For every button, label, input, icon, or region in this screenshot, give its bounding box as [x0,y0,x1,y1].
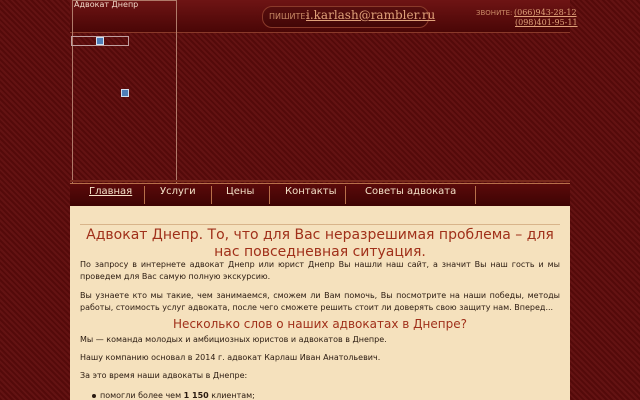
list-item: помогли более чем 1 150 клиентам; [92,391,255,400]
nav-item-advice[interactable]: Советы адвоката [365,186,456,197]
broken-image-icon [96,37,104,45]
phone-link-1[interactable]: (066)943-28-12 [514,8,577,17]
nav-item-services[interactable]: Услуги [160,186,196,197]
header-divider [70,180,570,182]
nav-item-prices[interactable]: Цены [226,186,254,197]
intro-paragraph: По запросу в интернете адвокат Днепр или… [80,260,560,281]
list-item-suffix: клиентам; [208,391,255,400]
nav-separator [211,186,212,204]
nav-separator [144,186,145,204]
email-link[interactable]: i.karlash@rambler.ru [306,8,435,22]
phone-link-2[interactable]: (098)401-95-11 [515,18,578,27]
main-content: Адвокат Днепр. То, что для Вас неразреши… [70,206,570,400]
about-paragraph: Вы узнаете кто мы такие, чем занимаемся,… [80,291,560,312]
banner-title: Адвокат Днепр [74,0,139,9]
email-contact-box: ПИШИТЕ: i.karlash@rambler.ru [262,6,435,28]
nav-separator [475,186,476,204]
nav-separator [345,186,346,204]
founded-paragraph: Нашу компанию основал в 2014 г. адвокат … [80,353,381,362]
write-label: ПИШИТЕ: [269,12,309,21]
page-title: Адвокат Днепр. То, что для Вас неразреши… [86,227,554,260]
list-item-prefix: помогли более чем [100,391,184,400]
nav-separator [269,186,270,204]
section-heading: Несколько слов о наших адвокатах в Днепр… [173,317,467,331]
nav-item-contacts[interactable]: Контакты [285,186,336,197]
broken-image-icon [121,89,129,97]
nav-item-home[interactable]: Главная [89,186,132,197]
content-divider [80,224,560,225]
during-paragraph: За это время наши адвокаты в Днепре: [80,371,248,380]
main-nav: Главная Услуги Цены Контакты Советы адво… [70,183,570,207]
call-label: ЗВОНИТЕ: [476,9,513,17]
clients-count: 1 150 [183,391,209,400]
team-paragraph: Мы — команда молодых и амбициозных юрист… [80,335,387,344]
bullet-icon [92,394,96,398]
